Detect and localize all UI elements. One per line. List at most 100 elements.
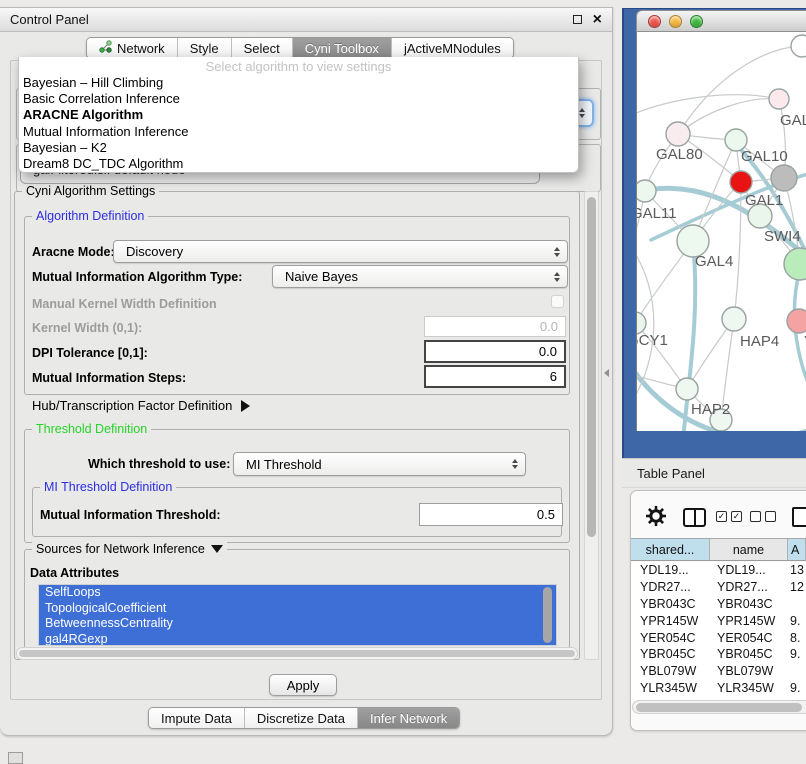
settings-horizontal-scrollbar[interactable] xyxy=(16,647,578,660)
mi-algorithm-type-combo[interactable]: Naive Bayes xyxy=(272,265,568,288)
combo-arrows-icon xyxy=(512,459,518,469)
node-label-hap4: HAP4 xyxy=(740,333,779,350)
algorithm-option-aracne-algorithm[interactable]: ARACNE Algorithm xyxy=(19,107,578,123)
expanded-arrow-icon[interactable] xyxy=(211,545,223,553)
node-hap2[interactable] xyxy=(676,378,698,400)
zoom-traffic-light-icon[interactable] xyxy=(690,15,703,28)
scrollbar-thumb[interactable] xyxy=(19,650,575,657)
table-cell: YER054C xyxy=(710,631,788,645)
node-gray[interactable] xyxy=(771,165,797,191)
network-graph[interactable]: GALGAL80GAL10GAL1GAL11SWI4GAL4GCY1HAP4YH… xyxy=(637,32,806,431)
control-panel-titlebar[interactable]: Control Panel × xyxy=(0,8,612,32)
threshold-definition-title: Threshold Definition xyxy=(32,422,151,436)
column-header-shared[interactable]: shared... xyxy=(631,539,710,560)
table-row[interactable]: YPR145WYPR145W9. xyxy=(631,612,806,629)
which-threshold-combo[interactable]: MI Threshold xyxy=(233,452,526,476)
algorithm-option-basic-correlation-inference[interactable]: Basic Correlation Inference xyxy=(19,91,578,107)
node-hap4[interactable] xyxy=(722,307,746,331)
table-cell: YBR043C xyxy=(631,597,710,611)
attribute-item-gal4rgexp[interactable]: gal4RGexp xyxy=(39,632,556,646)
tab-impute-data[interactable]: Impute Data xyxy=(149,708,244,728)
table-cell: YBL079W xyxy=(710,664,788,678)
mi-threshold-field[interactable]: 0.5 xyxy=(419,503,563,526)
hub-transcription-factor-toggle[interactable]: Hub/Transcription Factor Definition xyxy=(32,398,250,413)
aracne-mode-combo[interactable]: Discovery xyxy=(113,240,568,263)
node-gal-pink[interactable] xyxy=(769,89,789,109)
network-window-titlebar[interactable] xyxy=(636,10,806,32)
node-gcy1[interactable] xyxy=(637,312,646,334)
table-settings-gear-icon[interactable] xyxy=(645,505,667,527)
node-label-swi4: SWI4 xyxy=(764,228,801,245)
close-icon[interactable]: × xyxy=(593,12,602,28)
table-cell: YER054C xyxy=(631,631,710,645)
column-header-a[interactable]: A xyxy=(788,539,806,560)
data-attributes-list[interactable]: SelfLoopsTopologicalCoefficientBetweenne… xyxy=(38,584,557,646)
network-edge[interactable] xyxy=(678,99,779,134)
tab-label: Network xyxy=(117,41,165,56)
new-column-icon[interactable] xyxy=(792,507,806,527)
algorithm-option-bayesian-hill-climbing[interactable]: Bayesian – Hill Climbing xyxy=(19,75,578,91)
scrollbar-thumb[interactable] xyxy=(587,197,596,537)
mi-steps-label: Mutual Information Steps: xyxy=(32,366,186,389)
network-view-canvas[interactable]: GALGAL80GAL10GAL1GAL11SWI4GAL4GCY1HAP4YH… xyxy=(636,32,806,431)
dpi-tolerance-field[interactable]: 0.0 xyxy=(424,340,566,363)
manual-kernel-width-label: Manual Kernel Width Definition xyxy=(32,292,217,315)
tab-infer-network[interactable]: Infer Network xyxy=(357,708,459,728)
minimize-traffic-light-icon[interactable] xyxy=(669,15,682,28)
attributes-list-scrollbar-thumb[interactable] xyxy=(543,587,552,643)
settings-vertical-scrollbar[interactable] xyxy=(584,191,599,660)
which-threshold-label: Which threshold to use: xyxy=(88,452,230,475)
panel-divider-handle[interactable] xyxy=(604,369,609,377)
node-salmon[interactable] xyxy=(787,309,806,333)
node-top[interactable] xyxy=(791,35,806,57)
column-header-name[interactable]: name xyxy=(710,539,788,560)
node-gal11[interactable] xyxy=(637,180,656,202)
scrollbar-thumb[interactable] xyxy=(636,703,802,712)
node-green-large[interactable] xyxy=(784,248,806,280)
close-traffic-light-icon[interactable] xyxy=(648,15,661,28)
table-row[interactable]: YBR043CYBR043C xyxy=(631,596,806,613)
table-horizontal-scrollbar[interactable] xyxy=(632,700,806,714)
sources-group-title: Sources for Network Inference xyxy=(36,542,205,556)
aracne-mode-label: Aracne Mode: xyxy=(32,240,115,263)
algorithm-option-dream8-dc-tdc-algorithm[interactable]: Dream8 DC_TDC Algorithm xyxy=(19,156,578,172)
tab-style[interactable]: Style xyxy=(177,38,231,58)
attribute-item-selfloops[interactable]: SelfLoops xyxy=(39,585,556,601)
table-row[interactable]: YBR045CYBR045C9. xyxy=(631,646,806,663)
node-gal80[interactable] xyxy=(666,122,690,146)
attribute-item-topologicalcoefficient[interactable]: TopologicalCoefficient xyxy=(39,601,556,617)
deselect-all-columns-icon[interactable] xyxy=(750,511,776,522)
apply-button[interactable]: Apply xyxy=(269,674,337,696)
table-row[interactable]: YLR345WYLR345W9. xyxy=(631,680,806,697)
tab-network[interactable]: Network xyxy=(87,38,177,58)
tab-discretize-data[interactable]: Discretize Data xyxy=(244,708,357,728)
select-all-columns-icon[interactable]: ✓✓ xyxy=(716,511,742,522)
minimized-panel-icon[interactable] xyxy=(8,752,23,764)
table-panel-titlebar[interactable]: Table Panel xyxy=(622,458,806,488)
table-header-row: shared...nameA xyxy=(631,538,806,561)
mi-steps-field[interactable]: 6 xyxy=(424,365,566,388)
table-row[interactable]: YBL079WYBL079W xyxy=(631,663,806,680)
column-browser-icon[interactable] xyxy=(683,508,706,527)
kernel-width-field[interactable]: 0.0 xyxy=(424,316,566,337)
algorithm-option-mutual-information-inference[interactable]: Mutual Information Inference xyxy=(19,124,578,140)
tab-jactivemnodules[interactable]: jActiveMNodules xyxy=(391,38,513,58)
table-row[interactable]: YER054CYER054C8. xyxy=(631,629,806,646)
collapsed-arrow-icon[interactable] xyxy=(241,400,250,412)
table-row[interactable]: YDR27...YDR27...12 xyxy=(631,579,806,596)
algorithm-definition-title: Algorithm Definition xyxy=(32,209,148,223)
settings-group-title: Cyni Algorithm Settings xyxy=(22,184,159,198)
manual-kernel-width-checkbox[interactable] xyxy=(551,295,564,308)
node-gal1-red[interactable] xyxy=(730,171,752,193)
attribute-item-betweennesscentrality[interactable]: BetweennessCentrality xyxy=(39,616,556,632)
tab-select[interactable]: Select xyxy=(231,38,292,58)
algorithm-option-bayesian-k2[interactable]: Bayesian – K2 xyxy=(19,140,578,156)
float-window-icon[interactable] xyxy=(573,15,582,24)
tab-cyni-toolbox[interactable]: Cyni Toolbox xyxy=(292,38,391,58)
table-cell: YBL079W xyxy=(631,664,710,678)
sources-group-title-row[interactable]: Sources for Network Inference xyxy=(32,542,227,556)
table-cell: YDL19... xyxy=(710,563,788,577)
mi-algorithm-type-value: Naive Bayes xyxy=(285,269,358,284)
table-row[interactable]: YDL19...YDL19...13 xyxy=(631,562,806,579)
network-edge[interactable] xyxy=(637,95,779,116)
